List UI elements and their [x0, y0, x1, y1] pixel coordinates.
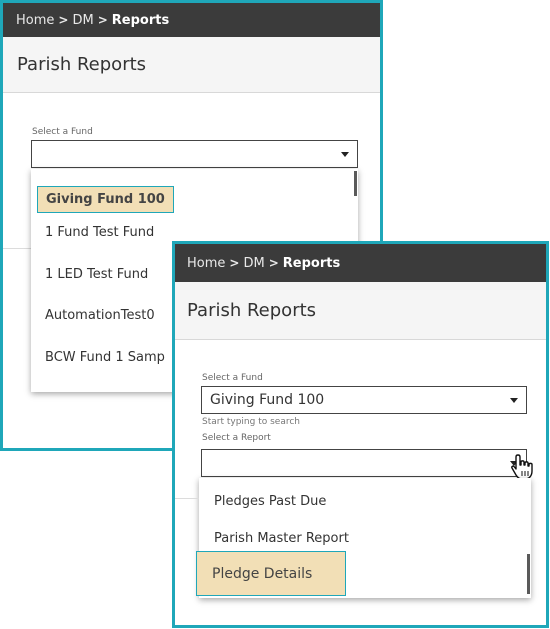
report-select[interactable] — [201, 449, 527, 477]
fund-select[interactable]: Giving Fund 100 — [201, 386, 527, 414]
caret-down-icon — [510, 398, 518, 403]
fund-option[interactable]: 1 Fund Test Fund — [45, 225, 154, 240]
caret-down-icon — [341, 152, 349, 157]
chevron-right-icon: > — [97, 13, 108, 27]
parish-reports-panel-report-dropdown: Home > DM > Reports Parish Reports Selec… — [172, 241, 549, 628]
divider — [175, 498, 199, 499]
report-option-selected[interactable]: Pledge Details — [196, 551, 346, 596]
dropdown-scrollbar[interactable] — [354, 171, 357, 196]
fund-select-label: Select a Fund — [32, 127, 93, 137]
chevron-right-icon: > — [268, 256, 279, 270]
breadcrumb-current: Reports — [111, 12, 170, 28]
report-option[interactable]: Parish Master Report — [214, 531, 349, 546]
dropdown-scrollbar[interactable] — [527, 554, 530, 594]
breadcrumb: Home > DM > Reports — [175, 244, 546, 282]
fund-option[interactable]: AutomationTest0 — [45, 308, 155, 323]
page-title: Parish Reports — [175, 282, 546, 340]
fund-select-value: Giving Fund 100 — [210, 392, 325, 408]
fund-option[interactable]: 1 LED Test Fund — [45, 267, 148, 282]
report-select-label: Select a Report — [202, 433, 271, 443]
divider — [3, 248, 33, 249]
breadcrumb-current: Reports — [282, 255, 341, 271]
fund-select-label: Select a Fund — [202, 373, 263, 383]
chevron-right-icon: > — [58, 13, 69, 27]
fund-option-selected[interactable]: Giving Fund 100 — [37, 186, 174, 213]
breadcrumb-dm[interactable]: DM — [243, 256, 264, 271]
breadcrumb: Home > DM > Reports — [3, 3, 380, 37]
fund-select[interactable] — [31, 140, 358, 168]
breadcrumb-dm[interactable]: DM — [72, 13, 93, 28]
breadcrumb-home[interactable]: Home — [16, 13, 54, 28]
fund-option[interactable]: BCW Fund 1 Samp — [45, 350, 165, 365]
report-option[interactable]: Pledges Past Due — [214, 494, 326, 509]
page-title: Parish Reports — [3, 37, 380, 93]
chevron-right-icon: > — [229, 256, 240, 270]
fund-search-hint: Start typing to search — [202, 417, 300, 427]
breadcrumb-home[interactable]: Home — [187, 256, 225, 271]
